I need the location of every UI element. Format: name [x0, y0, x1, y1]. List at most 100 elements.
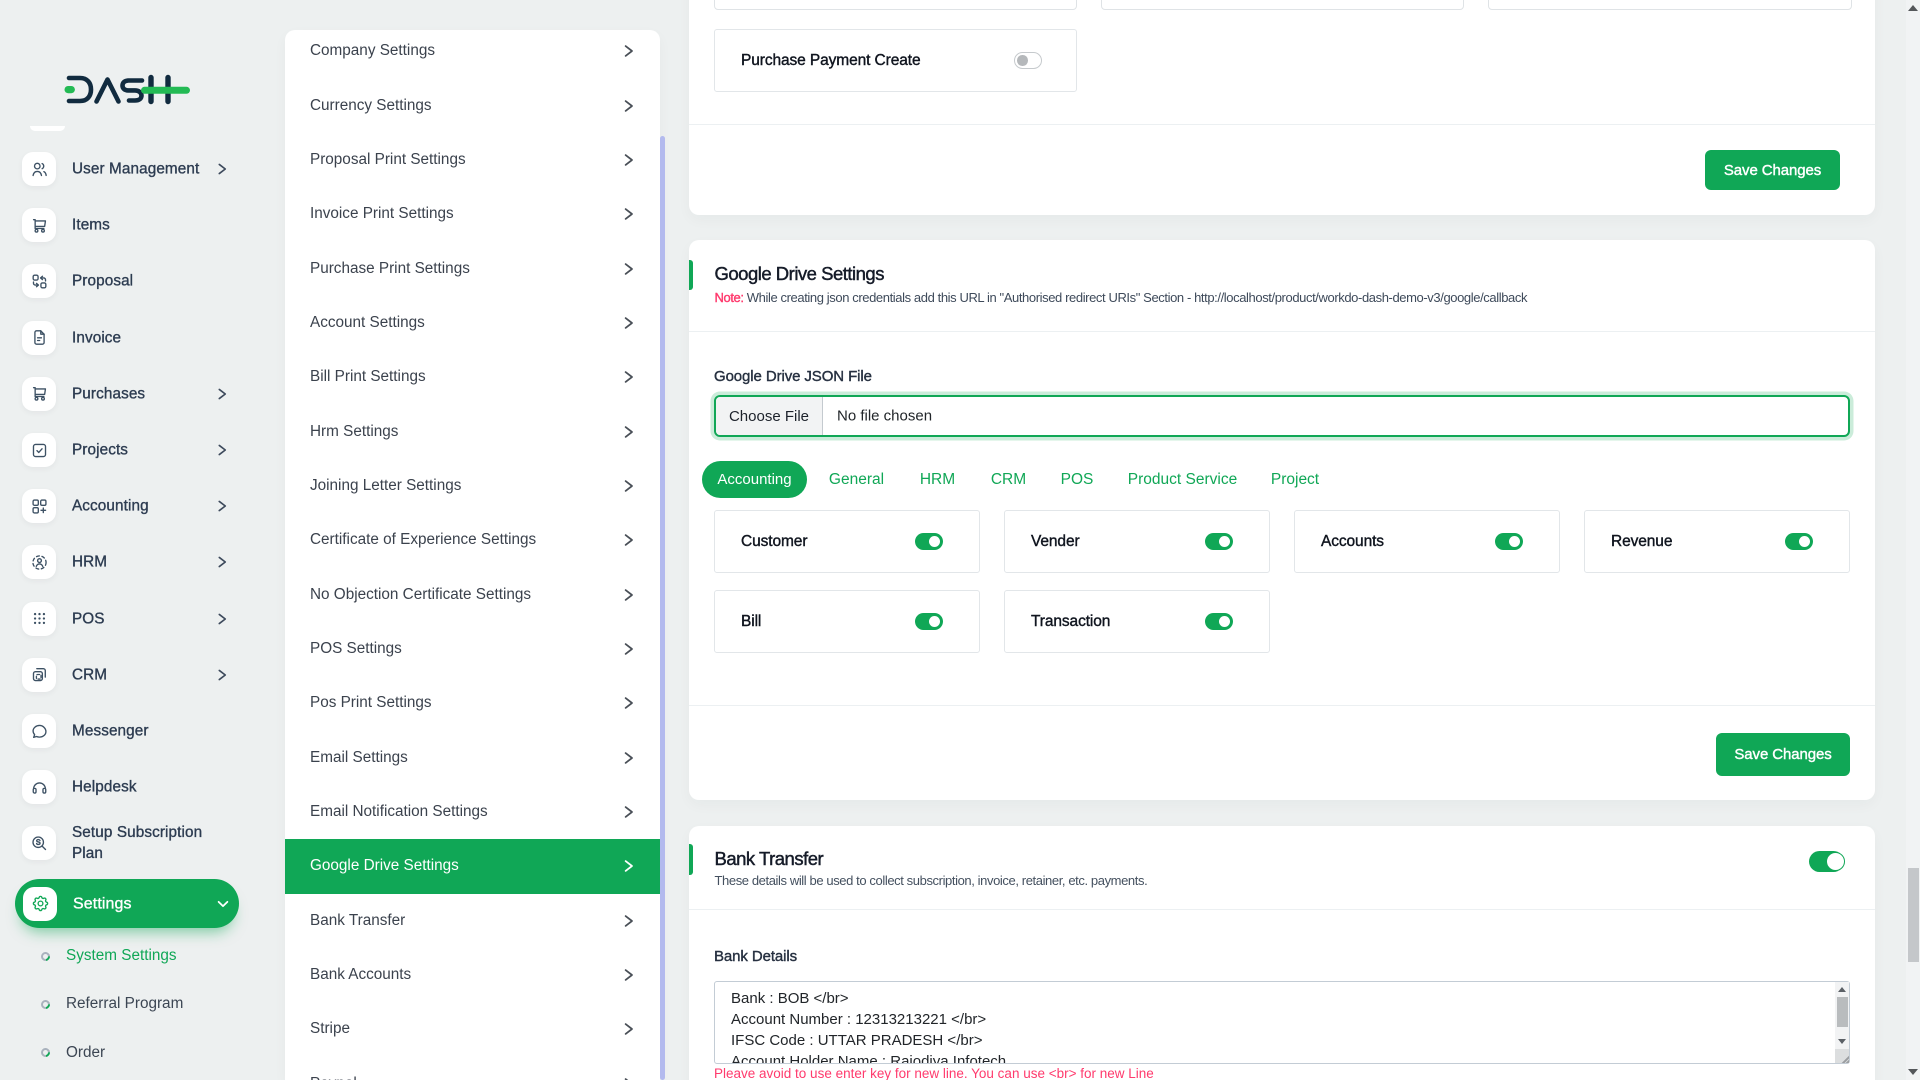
- search-dollar-icon: [22, 826, 56, 861]
- module-toggle-transaction[interactable]: [1205, 613, 1233, 630]
- sidebar-item-invoice[interactable]: Invoice: [0, 310, 255, 366]
- sidebar-item-messenger[interactable]: Messenger: [0, 703, 255, 759]
- settings-menu-item-email-notification-settings[interactable]: Email Notification Settings: [285, 785, 660, 839]
- settings-menu-item-currency-settings[interactable]: Currency Settings: [285, 78, 660, 132]
- cut-menu-tile: [30, 126, 65, 131]
- sidebar-item-settings[interactable]: Settings: [15, 879, 239, 928]
- bank-details-textarea[interactable]: [714, 981, 1850, 1064]
- scroll-up-icon[interactable]: [1908, 5, 1918, 11]
- module-toggle-revenue[interactable]: [1785, 533, 1813, 550]
- sidebar-item-crm[interactable]: CRM: [0, 647, 255, 703]
- module-toggle-box-accounts: Accounts: [1294, 510, 1560, 573]
- sidebar-item-label: POS: [72, 610, 105, 628]
- sidebar-item-label: HRM: [72, 553, 108, 571]
- scroll-down-icon[interactable]: [1908, 1069, 1918, 1075]
- module-toggle-customer[interactable]: [915, 533, 943, 550]
- module-toggle-accounts[interactable]: [1495, 533, 1523, 550]
- sidebar-subitem-system-settings[interactable]: System Settings: [0, 932, 255, 980]
- settings-menu-item-label: Hrm Settings: [310, 422, 399, 440]
- toggle-knob: [1825, 851, 1845, 871]
- google-drive-json-file-label: Google Drive JSON File: [714, 368, 872, 385]
- sidebar-item-purchases[interactable]: Purchases: [0, 366, 255, 422]
- settings-menu-item-label: Paypal: [310, 1075, 357, 1080]
- choose-file-button[interactable]: Choose File: [716, 397, 823, 435]
- card-accent-bar: [689, 260, 693, 290]
- module-toggle-vender[interactable]: [1205, 533, 1233, 550]
- chevron-right-icon: [621, 152, 636, 167]
- settings-menu-item-bank-accounts[interactable]: Bank Accounts: [285, 948, 660, 1002]
- settings-menu-item-company-settings[interactable]: Company Settings: [285, 30, 660, 78]
- headphones-icon: [22, 770, 56, 805]
- settings-menu-item-label: Invoice Print Settings: [310, 205, 454, 223]
- sidebar-item-pos[interactable]: POS: [0, 591, 255, 647]
- settings-menu-item-no-objection-certificate-settings[interactable]: No Objection Certificate Settings: [285, 568, 660, 622]
- settings-menu-item-bill-print-settings[interactable]: Bill Print Settings: [285, 350, 660, 404]
- tab-pos[interactable]: POS: [1061, 471, 1094, 489]
- settings-menu-scrollbar[interactable]: [660, 136, 665, 1080]
- chevron-right-icon: [215, 612, 229, 626]
- sidebar-item-items[interactable]: Items: [0, 197, 255, 253]
- scrollbar-thumb[interactable]: [1907, 868, 1919, 962]
- module-toggle-box-transaction: Transaction: [1004, 590, 1270, 653]
- toggle-knob: [928, 615, 941, 628]
- tab-project[interactable]: Project: [1271, 471, 1319, 489]
- tab-crm[interactable]: CRM: [991, 471, 1026, 489]
- bank-transfer-toggle[interactable]: [1809, 851, 1845, 872]
- settings-menu-item-certificate-of-experience-settings[interactable]: Certificate of Experience Settings: [285, 513, 660, 567]
- settings-menu-item-email-settings[interactable]: Email Settings: [285, 731, 660, 785]
- purchase-payment-create-toggle[interactable]: [1014, 52, 1042, 69]
- scroll-down-icon[interactable]: [1837, 1039, 1846, 1044]
- scrollbar-thumb[interactable]: [1836, 997, 1848, 1027]
- sidebar-item-proposal[interactable]: Proposal: [0, 253, 255, 309]
- settings-menu-item-proposal-print-settings[interactable]: Proposal Print Settings: [285, 133, 660, 187]
- purchase-payment-create-label: Purchase Payment Create: [741, 51, 921, 69]
- sidebar-item-helpdesk[interactable]: Helpdesk: [0, 759, 255, 815]
- tab-product-service[interactable]: Product Service: [1128, 471, 1237, 489]
- module-label-customer: Customer: [741, 532, 808, 550]
- google-drive-json-file-input[interactable]: Choose File No file chosen: [714, 395, 1850, 437]
- save-changes-button-google-drive[interactable]: Save Changes: [1716, 733, 1850, 776]
- sidebar-item-label: Settings: [73, 895, 132, 912]
- tab-general[interactable]: General: [829, 471, 884, 489]
- scroll-up-icon[interactable]: [1837, 987, 1846, 992]
- settings-menu-item-paypal[interactable]: Paypal: [285, 1057, 660, 1080]
- settings-menu-item-pos-settings[interactable]: POS Settings: [285, 622, 660, 676]
- settings-menu-item-label: Currency Settings: [310, 96, 432, 114]
- sidebar-item-user-management[interactable]: User Management: [0, 141, 255, 197]
- transform-icon: [22, 264, 56, 299]
- settings-menu-item-account-settings[interactable]: Account Settings: [285, 296, 660, 350]
- settings-menu-item-pos-print-settings[interactable]: Pos Print Settings: [285, 676, 660, 730]
- textarea-resize-handle[interactable]: [1835, 1049, 1849, 1063]
- sidebar-item-setup-subscription-plan[interactable]: Setup Subscription Plan: [0, 815, 255, 871]
- settings-menu-item-google-drive-settings[interactable]: Google Drive Settings: [285, 839, 660, 894]
- settings-menu-item-joining-letter-settings[interactable]: Joining Letter Settings: [285, 459, 660, 513]
- sidebar-item-accounting[interactable]: Accounting: [0, 478, 255, 534]
- chevron-right-icon: [621, 1022, 636, 1037]
- settings-menu-item-invoice-print-settings[interactable]: Invoice Print Settings: [285, 187, 660, 241]
- google-drive-settings-card: Google Drive Settings Note: While creati…: [689, 240, 1875, 800]
- save-changes-button-purchase[interactable]: Save Changes: [1705, 150, 1840, 190]
- sidebar-item-projects[interactable]: Projects: [0, 422, 255, 478]
- settings-menu-item-label: Account Settings: [310, 313, 425, 331]
- chevron-right-icon: [621, 750, 636, 765]
- tab-accounting[interactable]: Accounting: [702, 461, 807, 498]
- chevron-right-icon: [621, 642, 636, 657]
- sidebar-item-label: Helpdesk: [72, 778, 137, 796]
- textarea-scrollbar[interactable]: [1835, 982, 1849, 1049]
- settings-menu-item-purchase-print-settings[interactable]: Purchase Print Settings: [285, 241, 660, 295]
- sidebar-item-hrm[interactable]: HRM: [0, 534, 255, 590]
- bullet-ring-icon: [39, 949, 52, 963]
- window-scrollbar[interactable]: [1906, 0, 1920, 1080]
- bank-transfer-subtitle: These details will be used to collect su…: [714, 872, 1148, 888]
- sidebar-subitem-referral-program[interactable]: Referral Program: [0, 980, 255, 1028]
- cart-icon: [22, 376, 56, 411]
- user-scan-icon: [22, 545, 56, 580]
- module-toggle-bill[interactable]: [915, 613, 943, 630]
- sidebar-subitem-order[interactable]: Order: [0, 1029, 255, 1077]
- cart-icon: [22, 208, 56, 243]
- toggle-knob: [1218, 615, 1231, 628]
- settings-menu-item-hrm-settings[interactable]: Hrm Settings: [285, 404, 660, 458]
- settings-menu-item-stripe[interactable]: Stripe: [285, 1002, 660, 1056]
- tab-hrm[interactable]: HRM: [920, 471, 955, 489]
- settings-menu-item-bank-transfer[interactable]: Bank Transfer: [285, 894, 660, 948]
